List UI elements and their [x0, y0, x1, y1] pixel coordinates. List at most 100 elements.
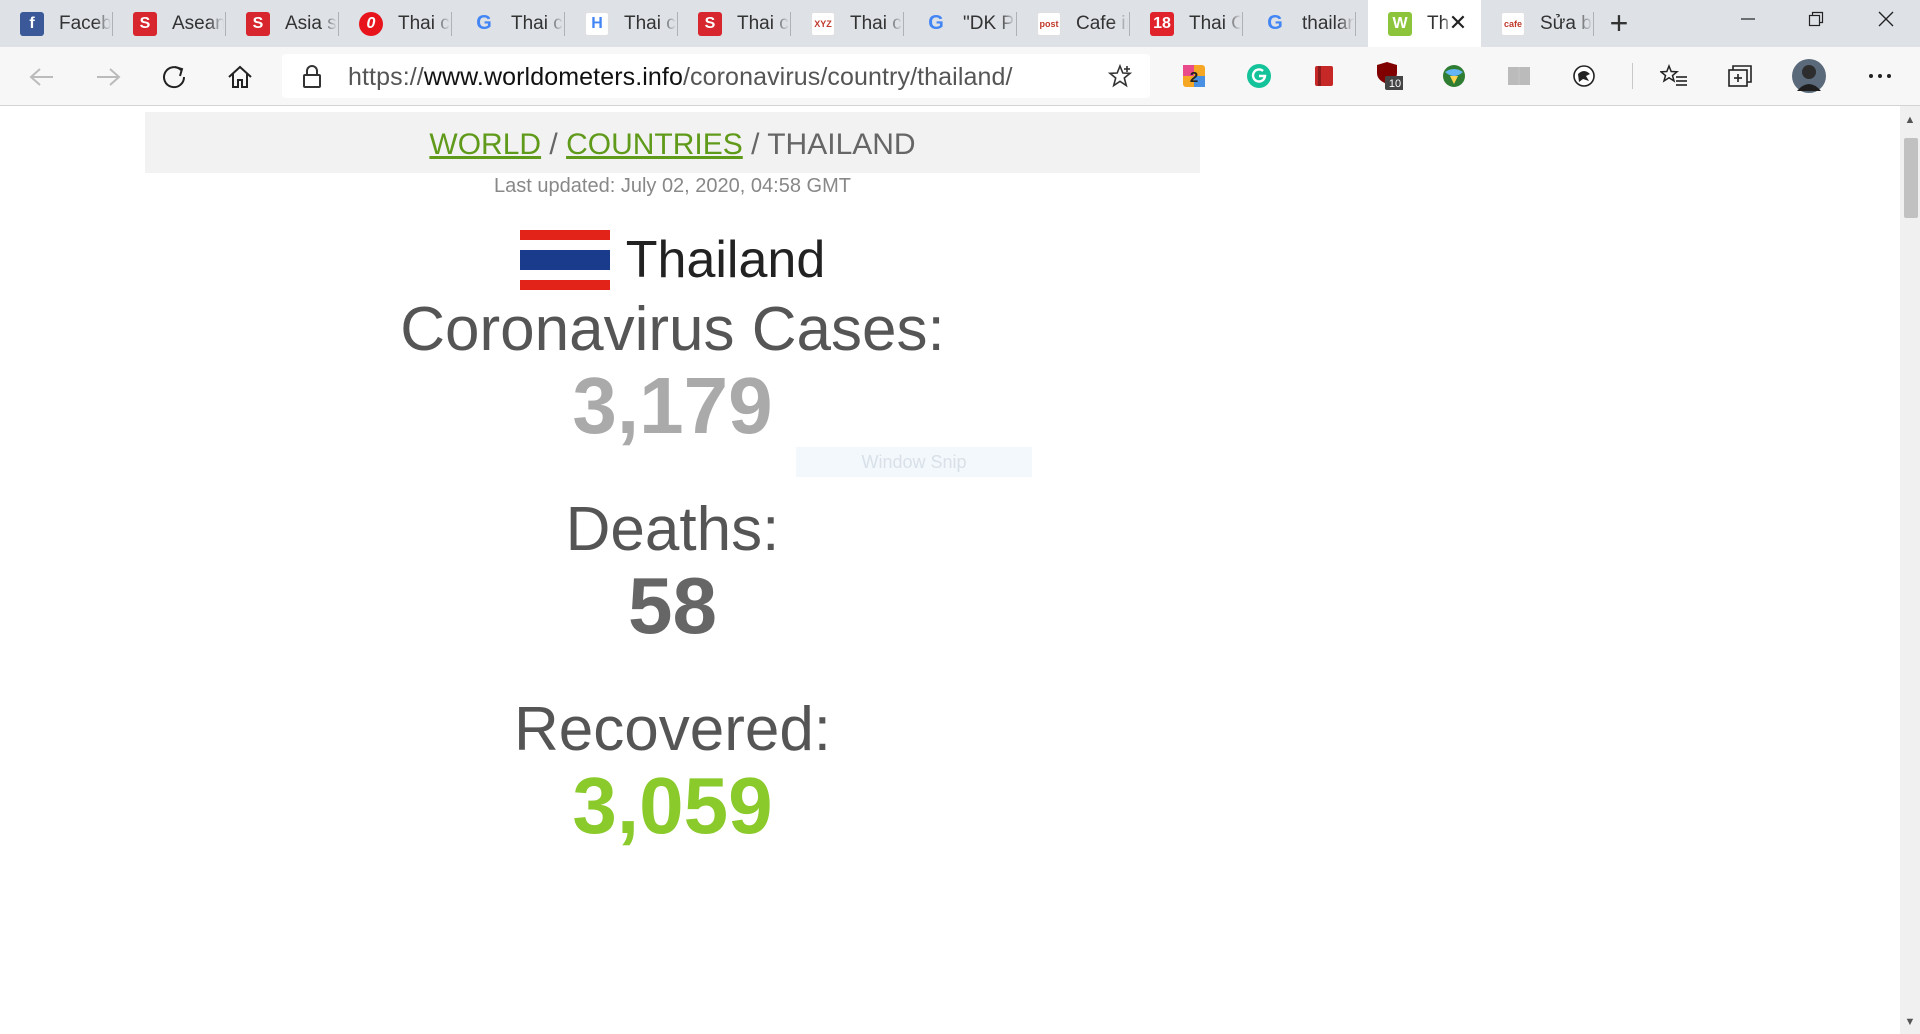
browser-tab[interactable]: S Asia stocks: [226, 0, 339, 47]
breadcrumb-countries-link[interactable]: COUNTRIES: [566, 128, 743, 161]
close-icon: [1878, 11, 1894, 27]
url-scheme: https://: [348, 63, 424, 91]
breadcrumb-world-link[interactable]: WORLD: [429, 128, 541, 161]
google-icon: G: [476, 12, 492, 34]
tab-label: thailand: [1302, 12, 1354, 34]
browser-tab[interactable]: 18 Thai Cases: [1130, 0, 1243, 47]
post-icon: post: [1037, 11, 1061, 36]
tab-label: Thai cases: [737, 12, 789, 34]
last-updated-text: Last updated: July 02, 2020, 04:58 GMT: [494, 175, 851, 197]
extension-grammarly[interactable]: [1245, 62, 1273, 90]
browser-tab[interactable]: W Th ✕: [1368, 0, 1481, 47]
extension-red-book[interactable]: [1310, 62, 1338, 90]
hl-icon: H: [585, 11, 609, 36]
browser-tab[interactable]: XYZ Thai cases: [791, 0, 904, 47]
tab-separator: [1593, 12, 1594, 36]
tab-label: Thai cases: [624, 12, 676, 34]
profile-button[interactable]: [1791, 58, 1827, 94]
extension-two[interactable]: 2: [1180, 62, 1208, 90]
grammarly-icon: [1247, 64, 1271, 88]
favorites-list-icon: [1660, 64, 1687, 86]
s-red-icon: S: [698, 11, 722, 36]
opera-icon: 0: [359, 11, 383, 36]
tab-label: Thai cases: [398, 12, 450, 34]
tab-close-icon[interactable]: ✕: [1447, 12, 1469, 34]
url-text[interactable]: https://www.worldometers.info/coronaviru…: [348, 63, 1013, 92]
tab-label: Asia stocks: [285, 12, 337, 34]
collections-button[interactable]: [1726, 62, 1754, 90]
s-red-icon: S: [133, 11, 157, 36]
browser-toolbar: https://www.worldometers.info/coronaviru…: [0, 47, 1920, 106]
ublock-badge: 10: [1389, 78, 1401, 90]
tab-label: Thai cases: [511, 12, 563, 34]
collections-icon: [1728, 65, 1752, 87]
ublock-icon: 10: [1377, 62, 1403, 90]
thailand-flag-icon: [519, 230, 610, 290]
url-host: www.worldometers.info: [423, 63, 683, 91]
browser-tab[interactable]: G "DK Park": [904, 0, 1017, 47]
facebook-icon: f: [20, 11, 44, 36]
window-snip-overlay: Window Snip: [796, 447, 1032, 477]
country-name: Thailand: [625, 231, 826, 289]
tab-strip: fFacebookSAsean+SAsia stocks0Thai casesG…: [0, 0, 1920, 47]
worldometers-icon: W: [1388, 11, 1412, 36]
vertical-scrollbar[interactable]: ▲ ▼: [1900, 106, 1920, 1034]
arrow-left-icon: [29, 68, 53, 86]
breadcrumb-current: THAILAND: [767, 128, 916, 161]
reader-icon: [1508, 67, 1530, 85]
minimize-button[interactable]: [1714, 0, 1782, 38]
breadcrumb-bar: WORLD / COUNTRIES / THAILAND: [145, 112, 1200, 173]
tab-label: Thai Cases: [1189, 12, 1241, 34]
browser-tab[interactable]: H Thai cases: [565, 0, 678, 47]
close-window-button[interactable]: [1852, 0, 1920, 38]
restore-icon: [1808, 11, 1824, 27]
browser-tab[interactable]: 0 Thai cases: [339, 0, 452, 47]
tab-separator: [1355, 12, 1356, 36]
globe-download-icon: [1443, 65, 1465, 87]
lock-icon[interactable]: [302, 65, 322, 89]
tab-label: Sửa bài: [1540, 12, 1592, 34]
recovered-label: Recovered:: [513, 695, 832, 764]
translate-icon: [1573, 65, 1595, 87]
breadcrumb-separator: /: [742, 128, 768, 161]
home-button[interactable]: [220, 57, 260, 97]
tab-label: Thai cases: [850, 12, 902, 34]
back-button[interactable]: [22, 57, 62, 97]
browser-tab[interactable]: f Facebook: [0, 0, 113, 47]
extension-translate[interactable]: [1570, 62, 1598, 90]
refresh-icon: [163, 66, 186, 89]
tab-label: Cafe in: [1076, 12, 1128, 34]
browser-tab[interactable]: S Thai cases: [678, 0, 791, 47]
address-bar[interactable]: https://www.worldometers.info/coronaviru…: [282, 54, 1150, 98]
deaths-label: Deaths:: [565, 495, 780, 564]
favorites-button[interactable]: [1660, 62, 1688, 90]
extension-globe-download[interactable]: [1440, 62, 1468, 90]
tab-label: "DK Park": [963, 12, 1015, 34]
xyz-icon: XYZ: [811, 11, 835, 36]
red-book-icon: [1315, 66, 1333, 86]
settings-more-button[interactable]: [1866, 62, 1894, 90]
new-tab-button[interactable]: +: [1604, 7, 1634, 39]
scroll-up-arrow-icon[interactable]: ▲: [1900, 110, 1920, 130]
browser-tab[interactable]: G Thai cases: [452, 0, 565, 47]
cases-value: 3,179: [572, 361, 773, 450]
extension-reader[interactable]: [1505, 62, 1533, 90]
forward-button[interactable]: [88, 57, 128, 97]
browser-tab[interactable]: Gthailand: [1243, 0, 1356, 47]
browser-tab[interactable]: cafe Sửa bài: [1481, 0, 1594, 47]
extension-ublock[interactable]: 10: [1375, 62, 1403, 90]
favorite-star-icon[interactable]: [1108, 64, 1132, 88]
s-red-icon: S: [246, 11, 270, 36]
browser-tab[interactable]: S Asean+: [113, 0, 226, 47]
scroll-down-arrow-icon[interactable]: ▼: [1900, 1012, 1920, 1032]
browser-tab[interactable]: post Cafe in: [1017, 0, 1130, 47]
tab-label: Asean+: [172, 12, 224, 34]
recovered-value: 3,059: [572, 761, 773, 850]
restore-button[interactable]: [1782, 0, 1850, 38]
scrollbar-thumb[interactable]: [1904, 138, 1918, 218]
refresh-button[interactable]: [154, 57, 194, 97]
breadcrumb: WORLD / COUNTRIES / THAILAND: [145, 129, 1200, 161]
cases-label: Coronavirus Cases:: [400, 295, 945, 364]
tab-label: Facebook: [59, 12, 111, 34]
two-icon: 2: [1183, 65, 1205, 87]
